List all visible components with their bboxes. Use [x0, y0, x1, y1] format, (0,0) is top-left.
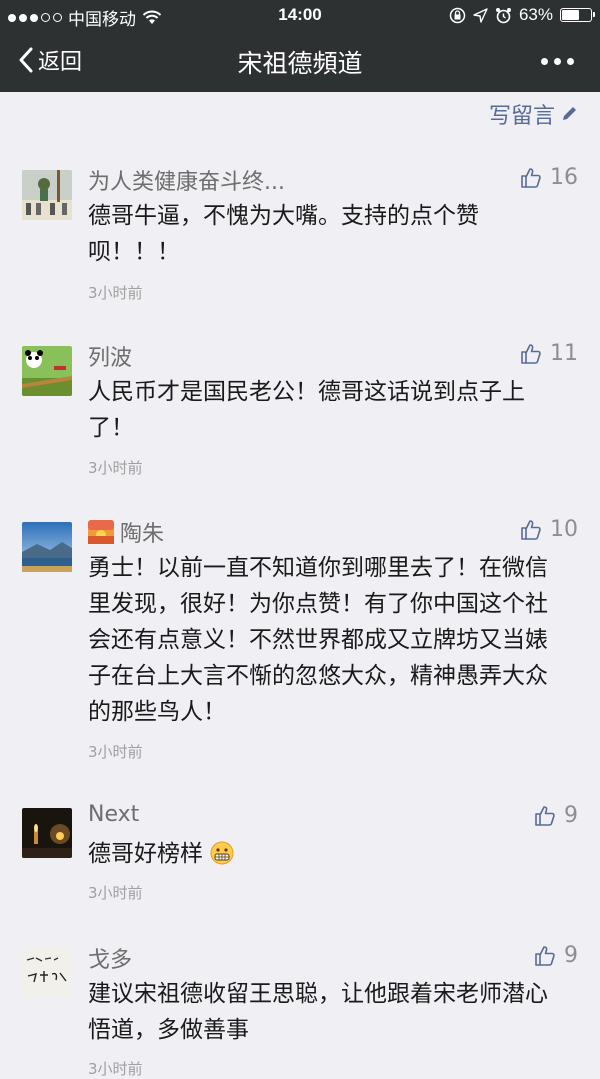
avatar[interactable] [22, 170, 72, 220]
like-count: 11 [550, 341, 578, 366]
alarm-clock-icon [495, 7, 511, 23]
avatar[interactable] [22, 948, 72, 998]
avatar[interactable] [22, 346, 72, 396]
grimacing-emoji-icon [210, 841, 234, 865]
more-options-button[interactable] [541, 58, 574, 65]
commenter-name: Next [88, 802, 140, 827]
comment-text: 勇士！以前一直不知道你到哪里去了！在微信里发现，很好！为你点赞！有了你中国这个社… [88, 555, 548, 725]
commenter-name: 列波 [88, 346, 133, 371]
commenter-name: 戈多 [88, 948, 133, 973]
page-title: 宋祖德頻道 [237, 49, 363, 78]
comment-time: 3小时前 [88, 1060, 143, 1078]
location-arrow-icon [473, 7, 488, 23]
commenter-name: 陶朱 [120, 522, 165, 547]
comment-time: 3小时前 [88, 884, 143, 902]
like-count: 10 [550, 517, 578, 542]
like-button[interactable]: 16 [520, 165, 578, 190]
write-comment-label: 写留言 [488, 104, 555, 129]
like-button[interactable]: 10 [520, 517, 578, 542]
comment-text-row: 德哥好榜样 [88, 836, 568, 872]
pencil-icon [563, 107, 576, 120]
comment-text: 建议宋祖德收留王思聪，让他跟着宋老师潜心悟道，多做善事 [88, 981, 548, 1043]
like-button[interactable]: 9 [534, 803, 578, 828]
like-count: 9 [564, 943, 578, 968]
comment-time: 3小时前 [88, 459, 143, 477]
status-bar: 中国移动 14:00 63% [0, 0, 600, 30]
like-count: 16 [550, 165, 578, 190]
rotation-lock-icon [449, 7, 466, 23]
like-count: 9 [564, 803, 578, 828]
write-comment-button[interactable]: 写留言 [489, 98, 578, 130]
battery-percent: 63% [518, 5, 553, 24]
comment-text: 德哥好榜样 [88, 841, 203, 867]
avatar[interactable] [22, 522, 72, 572]
thumbs-up-icon [535, 945, 555, 966]
commenter-name: 为人类健康奋斗终... [88, 170, 285, 195]
comment-time: 3小时前 [88, 284, 143, 302]
more-dots-icon [541, 58, 548, 65]
thumbs-up-icon [521, 519, 541, 540]
battery-icon [560, 8, 595, 22]
thumbs-up-icon [535, 805, 555, 826]
like-button[interactable]: 9 [534, 943, 578, 968]
comment-text: 人民币才是国民老公！德哥这话说到点子上了！ [88, 379, 525, 441]
like-button[interactable]: 11 [520, 341, 578, 366]
thumbs-up-icon [521, 167, 541, 188]
comment-time: 3小时前 [88, 743, 143, 761]
avatar[interactable] [22, 808, 72, 858]
nav-bar: 返回 宋祖德頻道 [0, 30, 600, 92]
thumbs-up-icon [521, 343, 541, 364]
comment-text: 德哥牛逼，不愧为大嘴。支持的点个赞呗！！！ [88, 203, 479, 265]
sunset-emoji-icon [88, 520, 114, 544]
